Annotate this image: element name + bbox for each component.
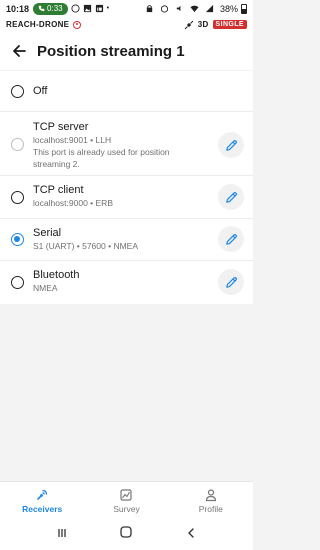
option-off[interactable]: Off <box>0 71 253 112</box>
nav-survey[interactable]: Survey <box>84 482 168 519</box>
solution-status-badge: SINGLE <box>212 20 247 29</box>
record-icon <box>73 20 82 29</box>
system-back-button[interactable] <box>185 526 197 544</box>
linkedin-icon <box>95 4 103 13</box>
option-label: Off <box>33 85 48 97</box>
nav-receivers[interactable]: Receivers <box>0 482 84 519</box>
option-subtitle: localhost:9000 • ERB <box>33 198 113 208</box>
option-subtitle: S1 (UART) • 57600 • NMEA <box>33 241 138 251</box>
option-bluetooth[interactable]: Bluetooth NMEA <box>0 261 253 304</box>
wifi-icon <box>190 5 199 13</box>
recent-apps-button[interactable] <box>56 526 68 544</box>
receivers-icon <box>37 489 48 500</box>
option-serial[interactable]: Serial S1 (UART) • 57600 • NMEA <box>0 219 253 261</box>
option-warning-note: This port is already used for position s… <box>33 147 170 169</box>
survey-icon <box>120 488 133 501</box>
nav-label: Receivers <box>22 503 63 514</box>
device-name: REACH-DRONE <box>6 20 70 29</box>
mute-icon <box>176 5 181 12</box>
phone-icon <box>38 5 45 12</box>
option-label: Bluetooth <box>33 269 80 281</box>
edit-bluetooth-button[interactable] <box>218 269 244 295</box>
nav-profile[interactable]: Profile <box>169 482 253 519</box>
radio-tcp-server[interactable] <box>11 138 24 151</box>
fix-status: 3D <box>197 20 209 29</box>
status-indicators: 38% <box>145 3 247 14</box>
app-bar: Position streaming 1 <box>0 32 253 70</box>
home-button[interactable] <box>119 525 133 544</box>
radio-off[interactable] <box>11 85 24 98</box>
system-navigation-bar <box>0 519 253 550</box>
bottom-navigation: Receivers Survey Profile <box>0 481 253 519</box>
option-subtitle: NMEA <box>33 283 58 293</box>
satellite-icon <box>184 20 194 29</box>
option-label: TCP server <box>33 121 89 133</box>
page-title: Position streaming 1 <box>37 42 185 60</box>
whatsapp-icon <box>71 4 80 13</box>
recent-apps-icon <box>58 528 66 537</box>
option-tcp-server[interactable]: TCP server localhost:9001 • LLH This por… <box>0 112 253 176</box>
lock-icon <box>146 5 153 13</box>
pencil-icon <box>225 139 237 151</box>
option-tcp-client[interactable]: TCP client localhost:9000 • ERB <box>0 176 253 219</box>
option-label: TCP client <box>33 184 84 196</box>
radio-bluetooth[interactable] <box>11 276 24 289</box>
gallery-icon <box>83 4 91 13</box>
chevron-left-icon <box>188 527 194 538</box>
radio-tcp-client[interactable] <box>11 191 24 204</box>
edit-tcp-client-button[interactable] <box>218 184 244 210</box>
call-duration: 0:33 <box>47 4 63 13</box>
device-bar[interactable]: REACH-DRONE 3D SINGLE <box>0 17 253 32</box>
option-subtitle: localhost:9001 • LLH <box>33 135 112 145</box>
back-button[interactable] <box>10 42 28 60</box>
pencil-icon <box>225 233 237 245</box>
home-icon <box>120 526 133 538</box>
streaming-options-list: Off TCP server localhost:9001 • LLH This… <box>0 71 253 304</box>
arrow-left-icon <box>13 45 26 57</box>
radio-serial[interactable] <box>11 233 24 246</box>
status-bar: 10:18 0:33 • 38% <box>0 0 253 17</box>
option-label: Serial <box>33 227 62 239</box>
signal-icon <box>205 4 214 13</box>
pencil-icon <box>225 276 237 288</box>
battery-icon <box>241 3 247 14</box>
alarm-icon <box>160 5 169 13</box>
nav-label: Profile <box>198 503 223 514</box>
edit-serial-button[interactable] <box>218 226 244 252</box>
nav-label: Survey <box>113 503 140 514</box>
profile-icon <box>205 488 216 501</box>
battery-percent: 38% <box>219 3 238 14</box>
pencil-icon <box>225 191 237 203</box>
ongoing-call-pill[interactable]: 0:33 <box>33 2 68 15</box>
edit-tcp-server-button[interactable] <box>218 132 244 158</box>
status-time: 10:18 <box>6 3 30 14</box>
